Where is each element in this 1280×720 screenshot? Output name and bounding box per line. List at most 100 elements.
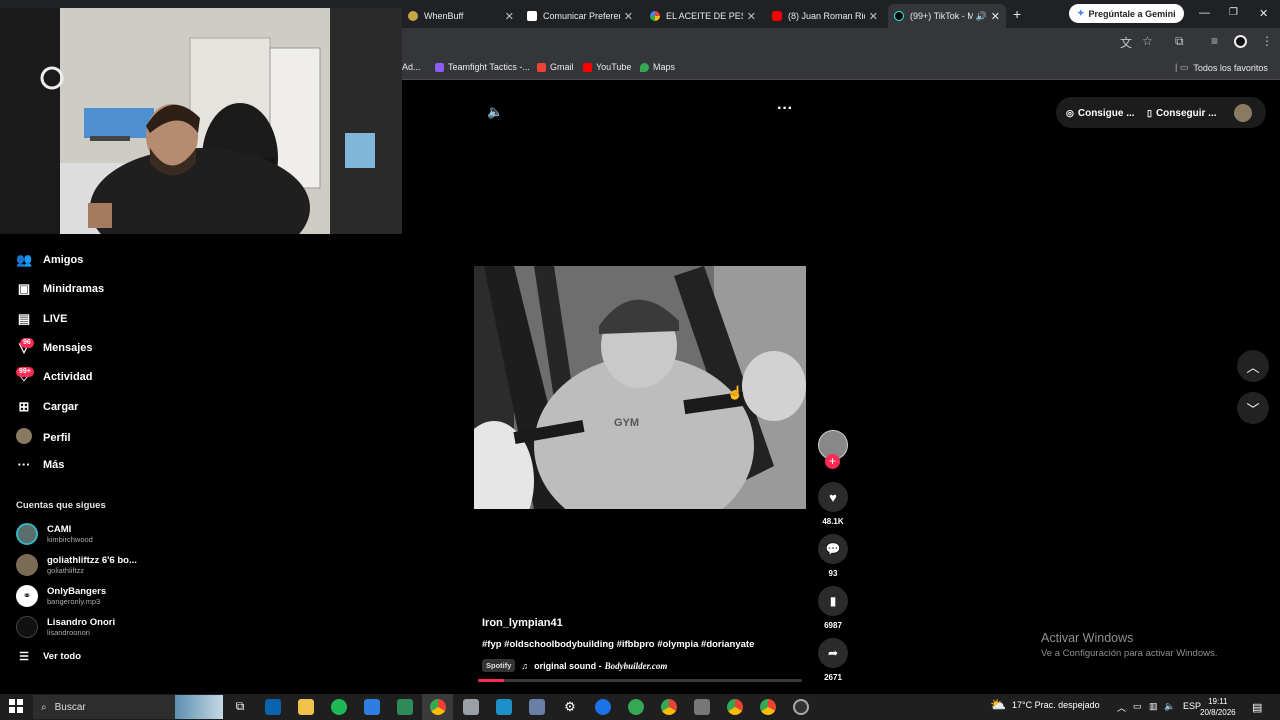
save-button[interactable]: ▮ — [818, 586, 848, 616]
heart-icon: ♥ — [829, 489, 837, 505]
video-player[interactable]: GYM — [474, 266, 806, 509]
bookmark-star-icon[interactable]: ☆ — [1142, 34, 1153, 48]
windows-start-icon[interactable] — [9, 699, 23, 713]
tab-whenbuff[interactable]: WhenBuff ✕ — [402, 4, 520, 28]
app-icon[interactable] — [463, 699, 479, 715]
get-app-button[interactable]: ▯ Conseguir ... — [1147, 103, 1217, 123]
app-icon[interactable] — [595, 699, 611, 715]
store-icon[interactable] — [265, 699, 281, 715]
weather-label[interactable]: 17°C Prac. despejado — [1012, 700, 1100, 710]
gmail-icon — [537, 62, 546, 72]
volume-icon[interactable]: 🔈 — [487, 104, 503, 120]
chrome-icon[interactable] — [661, 699, 677, 715]
show-hidden-icons-icon[interactable]: ︿ — [1117, 701, 1126, 714]
app-icon[interactable] — [694, 699, 710, 715]
notifications-icon[interactable]: ▤ — [1252, 701, 1262, 714]
gemini-button[interactable]: ✦ Pregúntale a Gemini — [1069, 4, 1184, 23]
user-avatar[interactable] — [1234, 104, 1252, 122]
share-action[interactable]: ➦ 2671 — [818, 638, 848, 682]
following-account[interactable]: goliathliftzz 6'6 bo... goliathliftzz — [16, 554, 137, 576]
chrome-icon[interactable] — [430, 699, 446, 715]
bookmark-youtube[interactable]: YouTube — [583, 62, 631, 72]
close-tab-icon[interactable]: ✕ — [991, 10, 1000, 23]
comment-action[interactable]: 💬 93 — [818, 534, 848, 578]
settings-gear-icon[interactable]: ⚙ — [562, 699, 578, 715]
nav-upload[interactable]: ⊞ Cargar — [16, 399, 79, 415]
tray-app-icon[interactable]: ▥ — [1149, 701, 1158, 712]
chrome-icon[interactable] — [727, 699, 743, 715]
following-account[interactable]: ⚭ OnlyBangers bangeronly.mp3 — [16, 585, 106, 607]
like-action[interactable]: ♥ 48.1K — [818, 482, 848, 526]
bookmark-ad[interactable]: Ad... — [402, 62, 421, 72]
svg-text:GYM: GYM — [614, 417, 639, 429]
video-progress-bar[interactable] — [478, 679, 802, 682]
maps-icon — [640, 62, 649, 72]
close-window-button[interactable]: ✕ — [1259, 7, 1268, 20]
sound-row[interactable]: Spotify ♫ original sound - Bodybuilder.c… — [482, 659, 667, 672]
more-options-icon[interactable]: ··· — [777, 100, 793, 118]
task-view-icon[interactable]: ⧉ — [232, 699, 248, 715]
all-bookmarks-button[interactable]: | ▭ Todos los favoritos — [1175, 62, 1268, 73]
tab-title: WhenBuff — [424, 11, 464, 21]
volume-tray-icon[interactable]: 🔈 — [1164, 701, 1175, 712]
nav-friends[interactable]: 👥 Amigos — [16, 252, 83, 268]
app-icon[interactable] — [364, 699, 380, 715]
spotify-tag[interactable]: Spotify — [482, 659, 516, 672]
nav-minidramas[interactable]: ▣ Minidramas — [16, 281, 104, 297]
media-controls-icon[interactable]: ≡ — [1211, 34, 1218, 48]
clock[interactable]: 19:11 20/8/2026 — [1200, 696, 1236, 718]
nav-profile[interactable]: Perfil — [16, 428, 71, 447]
translate-icon[interactable]: 文 — [1120, 34, 1132, 51]
file-explorer-icon[interactable] — [298, 699, 314, 715]
close-tab-icon[interactable]: ✕ — [624, 10, 633, 23]
taskbar-search[interactable]: ⌕ Buscar — [33, 695, 223, 719]
tab-youtube[interactable]: (8) Juan Roman Riqu ✕ — [766, 4, 884, 28]
previous-video-button[interactable]: ︿ — [1237, 350, 1269, 382]
follow-plus-icon[interactable]: + — [825, 454, 840, 469]
xbox-icon[interactable] — [628, 699, 644, 715]
chrome-icon[interactable] — [760, 699, 776, 715]
tab-aceite[interactable]: EL ACEITE DE PESCAI ✕ — [644, 4, 762, 28]
save-action[interactable]: ▮ 6987 — [818, 586, 848, 630]
like-button[interactable]: ♥ — [818, 482, 848, 512]
bookmark-gmail[interactable]: Gmail — [537, 62, 574, 72]
see-all-link[interactable]: ☰ Ver todo — [16, 650, 81, 663]
post-username[interactable]: Iron_lympian41 — [482, 617, 563, 629]
more-icon: ··· — [17, 457, 31, 472]
minimize-window-button[interactable]: — — [1199, 7, 1210, 19]
bookmark-maps[interactable]: Maps — [640, 62, 675, 72]
post-hashtags[interactable]: #fyp #oldschoolbodybuilding #ifbbpro #ol… — [482, 639, 754, 650]
nav-live[interactable]: ▤ LIVE — [16, 311, 68, 327]
account-username: lisandroonori — [47, 628, 90, 637]
tray-network-icon[interactable]: ▭ — [1133, 701, 1142, 712]
extensions-icon[interactable]: ⧉ — [1175, 34, 1184, 49]
nav-more[interactable]: ··· Más — [16, 457, 65, 472]
get-coins-button[interactable]: ◎ Consigue ... — [1066, 103, 1135, 123]
following-account[interactable]: CAMI kimbirchwood — [16, 523, 93, 545]
bookmark-teamfight-tactics[interactable]: Teamfight Tactics -... — [435, 62, 530, 72]
tab-audio-icon[interactable]: 🔊 — [976, 11, 987, 22]
tab-tiktok[interactable]: (99+) TikTok - Ma 🔊 ✕ — [888, 4, 1006, 28]
next-video-button[interactable]: ﹀ — [1237, 392, 1269, 424]
share-button[interactable]: ➦ — [818, 638, 848, 668]
close-tab-icon[interactable]: ✕ — [869, 10, 878, 23]
following-account[interactable]: Lisandro Onori lisandroonori — [16, 616, 115, 638]
messages-badge: 96 — [20, 338, 34, 348]
chrome-menu-icon[interactable]: ⋮ — [1261, 34, 1273, 48]
app-icon[interactable] — [793, 699, 809, 715]
spotify-icon[interactable] — [331, 699, 347, 715]
app-icon[interactable] — [496, 699, 512, 715]
excel-icon[interactable] — [397, 699, 413, 715]
clock-date: 20/8/2026 — [1200, 708, 1236, 717]
profile-avatar-icon[interactable] — [1234, 35, 1247, 48]
comment-button[interactable]: 💬 — [818, 534, 848, 564]
new-tab-button[interactable]: + — [1013, 6, 1021, 22]
calculator-icon[interactable] — [529, 699, 545, 715]
restore-window-button[interactable]: ❐ — [1229, 7, 1238, 18]
close-tab-icon[interactable]: ✕ — [505, 10, 514, 23]
close-tab-icon[interactable]: ✕ — [747, 10, 756, 23]
minidramas-icon: ▣ — [17, 281, 31, 296]
language-indicator[interactable]: ESP — [1183, 701, 1201, 711]
tab-comunicar[interactable]: Comunicar Preferenc ✕ — [521, 4, 639, 28]
bookmark-label: YouTube — [596, 62, 632, 72]
